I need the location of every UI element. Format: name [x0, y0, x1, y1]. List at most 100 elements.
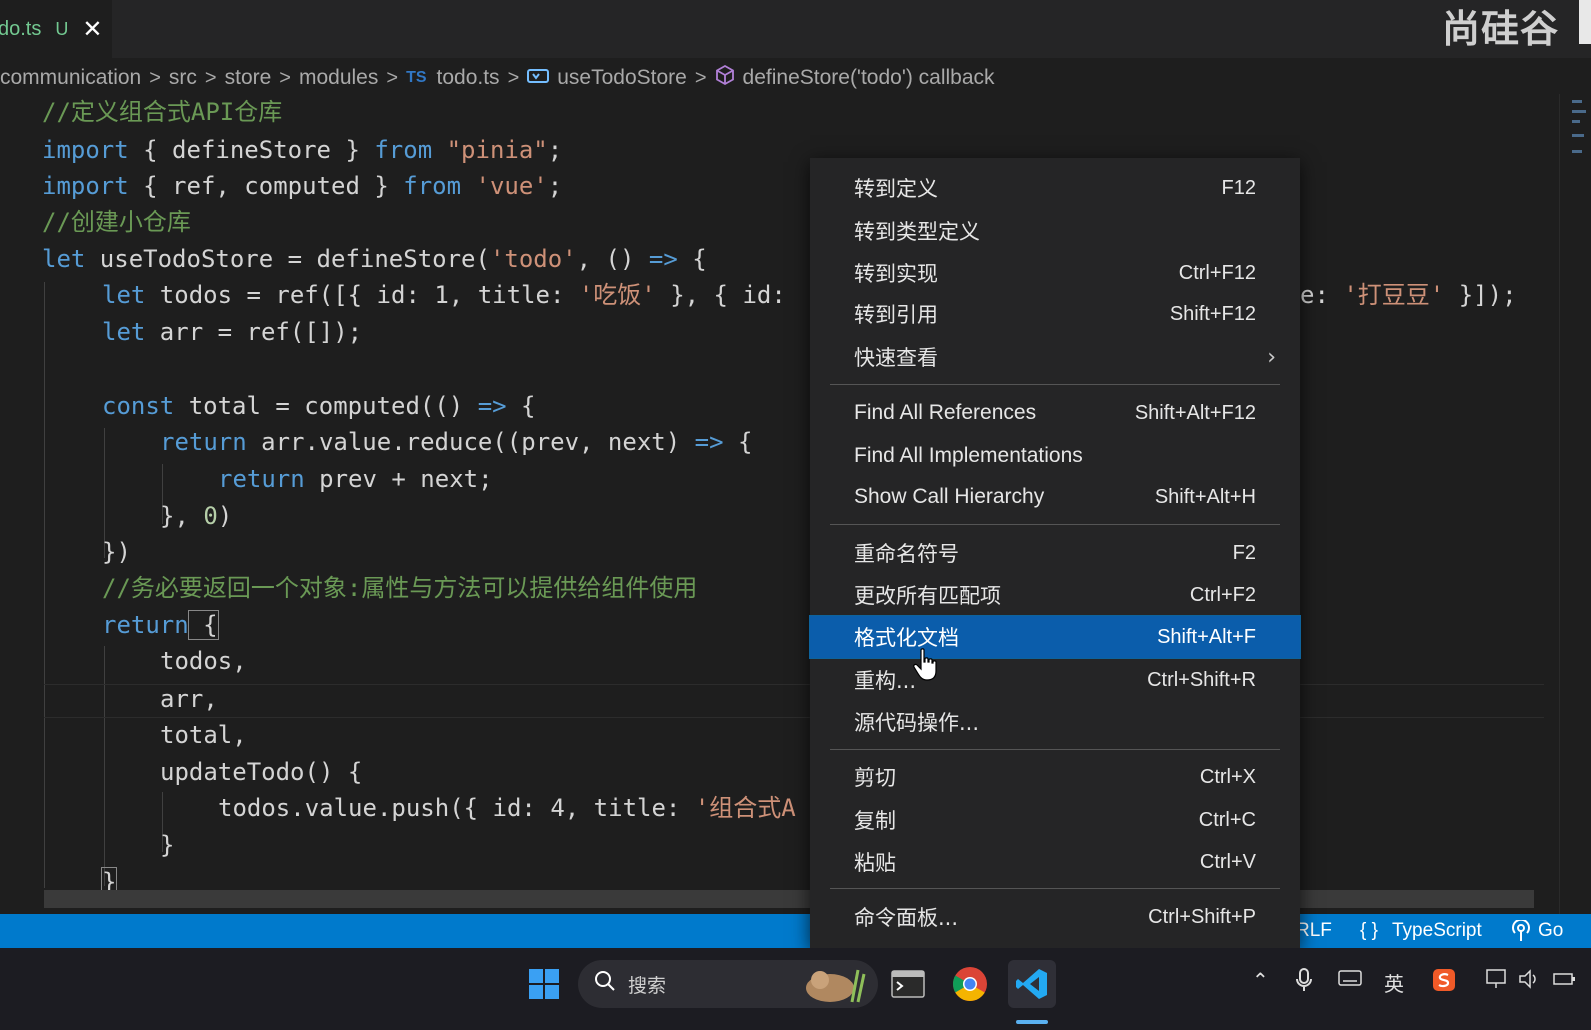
menu-item-format-document[interactable]: 格式化文档 Shift+Alt+F [809, 615, 1301, 659]
code-line: //定义组合式API仓库 [42, 98, 283, 126]
menu-item-go-to-references[interactable]: 转到引用 Shift+F12 [810, 293, 1300, 335]
breadcrumb-item[interactable]: communication [0, 66, 141, 90]
code-line: total, [160, 721, 247, 749]
chevron-right-icon: > [279, 66, 291, 89]
menu-item-go-to-definition[interactable]: 转到定义 F12 [810, 167, 1300, 209]
indent-guide [104, 646, 105, 886]
breadcrumb-symbol[interactable]: useTodoStore [527, 66, 687, 90]
breadcrumb-callback-label: defineStore('todo') callback [742, 66, 995, 89]
code-line: return { [102, 610, 219, 640]
status-bar: RLF { } TypeScript Go [0, 914, 1591, 948]
watermark-logo: 尚硅谷 [1441, 7, 1559, 51]
search-icon [594, 970, 616, 998]
active-app-indicator [1016, 1020, 1048, 1024]
context-menu: 转到定义 F12 转到类型定义 转到实现 Ctrl+F12 转到引用 Shift+F1… [809, 158, 1301, 948]
language-mode[interactable]: TypeScript [1392, 914, 1482, 948]
vscode-app-icon[interactable] [1008, 960, 1056, 1008]
chevron-right-icon: > [507, 66, 520, 89]
code-line: //务必要返回一个对象:属性与方法可以提供给组件使用 [102, 574, 698, 602]
menu-item-find-all-references[interactable]: Find All References Shift+Alt+F12 [810, 392, 1300, 434]
breadcrumb-file-label: todo.ts [436, 66, 500, 89]
menu-separator [830, 384, 1280, 385]
minimap-line [1572, 150, 1582, 153]
menu-item-go-to-type-definition[interactable]: 转到类型定义 [810, 210, 1300, 252]
menu-item-show-call-hierarchy[interactable]: Show Call Hierarchy Shift+Alt+H [810, 476, 1300, 518]
breadcrumb-symbol-label: useTodoStore [557, 66, 687, 89]
chevron-right-icon: > [204, 66, 217, 89]
menu-separator [830, 524, 1280, 525]
menu-item-find-all-implementations[interactable]: Find All Implementations [810, 435, 1300, 477]
current-line-highlight [44, 684, 1544, 718]
breadcrumb-item[interactable]: src [169, 66, 197, 90]
close-icon[interactable]: ✕ [82, 17, 102, 41]
search-placeholder: 搜索 [628, 974, 667, 997]
microphone-icon[interactable] [1296, 968, 1312, 997]
breadcrumb-item[interactable]: modules [299, 66, 378, 90]
search-highlight-image [798, 964, 868, 1008]
menu-separator [830, 888, 1280, 889]
code-line: return prev + next; [218, 465, 493, 493]
breadcrumb-file[interactable]: TS todo.ts [406, 66, 500, 90]
code-line: import { ref, computed } from 'vue'; [42, 172, 563, 200]
method-icon [715, 64, 735, 92]
tab-filename: do.ts [0, 17, 42, 40]
sogou-input-icon[interactable] [1432, 968, 1456, 997]
menu-separator [830, 749, 1280, 750]
network-icon[interactable] [1484, 968, 1508, 995]
menu-item-paste[interactable]: 粘贴 Ctrl+V [810, 841, 1300, 883]
eol-indicator[interactable]: RLF [1296, 914, 1332, 948]
breadcrumb-item[interactable]: store [225, 66, 272, 90]
code-editor[interactable]: //定义组合式API仓库 import { defineStore } from… [0, 94, 1560, 914]
chevron-right-icon: > [694, 66, 707, 89]
hand-cursor-icon [913, 648, 937, 681]
breadcrumb: communication > src > store > modules > … [0, 58, 1591, 98]
menu-item-command-palette[interactable]: 命令面板... Ctrl+Shift+P [810, 896, 1300, 938]
code-line: arr, [160, 685, 218, 713]
code-line: import { defineStore } from "pinia"; [42, 136, 563, 164]
breadcrumb-callback[interactable]: defineStore('todo') callback [715, 64, 995, 92]
menu-item-source-action[interactable]: 源代码操作... [810, 701, 1300, 743]
menu-item-peek[interactable]: 快速查看 › [810, 336, 1300, 378]
code-line: e: '打豆豆' }]); [1300, 281, 1517, 309]
menu-item-cut[interactable]: 剪切 Ctrl+X [810, 756, 1300, 798]
chevron-right-icon: › [1267, 344, 1276, 370]
indent-guide [44, 282, 45, 888]
ime-indicator[interactable]: 英 [1384, 968, 1404, 997]
braces-icon: { } [1360, 920, 1378, 941]
code-line: return arr.value.reduce((prev, next) => … [160, 428, 753, 456]
minimap[interactable] [1559, 94, 1591, 914]
code-line: }) [102, 538, 131, 566]
chevron-right-icon: > [386, 66, 399, 89]
windows-start-icon[interactable] [520, 960, 568, 1008]
menu-item-refactor[interactable]: 重构... Ctrl+Shift+R [810, 659, 1300, 701]
menu-item-go-to-implementation[interactable]: 转到实现 Ctrl+F12 [810, 252, 1300, 294]
code-line: updateTodo() { [160, 758, 363, 786]
minimap-line [1572, 120, 1580, 123]
terminal-app-icon[interactable] [884, 960, 932, 1008]
code-line: //创建小仓库 [42, 208, 191, 236]
menu-item-rename-symbol[interactable]: 重命名符号 F2 [810, 532, 1300, 574]
code-line: } [160, 831, 175, 859]
chevron-right-icon: > [149, 66, 161, 89]
code-line: let useTodoStore = defineStore('todo', (… [42, 245, 707, 273]
broadcast-icon [1512, 914, 1530, 948]
editor-tab[interactable]: do.ts U ✕ [0, 0, 112, 58]
go-live-button[interactable]: Go [1538, 914, 1563, 948]
code-line: let todos = ref([{ id: 1, title: '吃饭' },… [102, 281, 786, 309]
tab-bar: do.ts U ✕ 尚硅谷 [0, 0, 1591, 58]
code-line: let arr = ref([]); [102, 318, 363, 346]
minimap-line [1572, 110, 1586, 113]
volume-icon[interactable] [1518, 968, 1542, 995]
menu-item-copy[interactable]: 复制 Ctrl+C [810, 799, 1300, 841]
typescript-icon: TS [406, 69, 427, 86]
taskbar-search[interactable]: 搜索 [578, 960, 878, 1008]
keyboard-icon[interactable] [1338, 968, 1362, 992]
horizontal-scrollbar[interactable] [44, 890, 1534, 908]
code-line: todos, [160, 647, 247, 675]
chrome-app-icon[interactable] [946, 960, 994, 1008]
menu-item-change-all-occurrences[interactable]: 更改所有匹配项 Ctrl+F2 [810, 574, 1300, 616]
battery-icon[interactable] [1552, 968, 1576, 995]
chevron-up-icon[interactable]: ⌃ [1252, 968, 1269, 992]
code-line: todos.value.push({ id: 4, title: '组合式A [218, 794, 796, 822]
code-line: const total = computed(() => { [102, 392, 536, 420]
